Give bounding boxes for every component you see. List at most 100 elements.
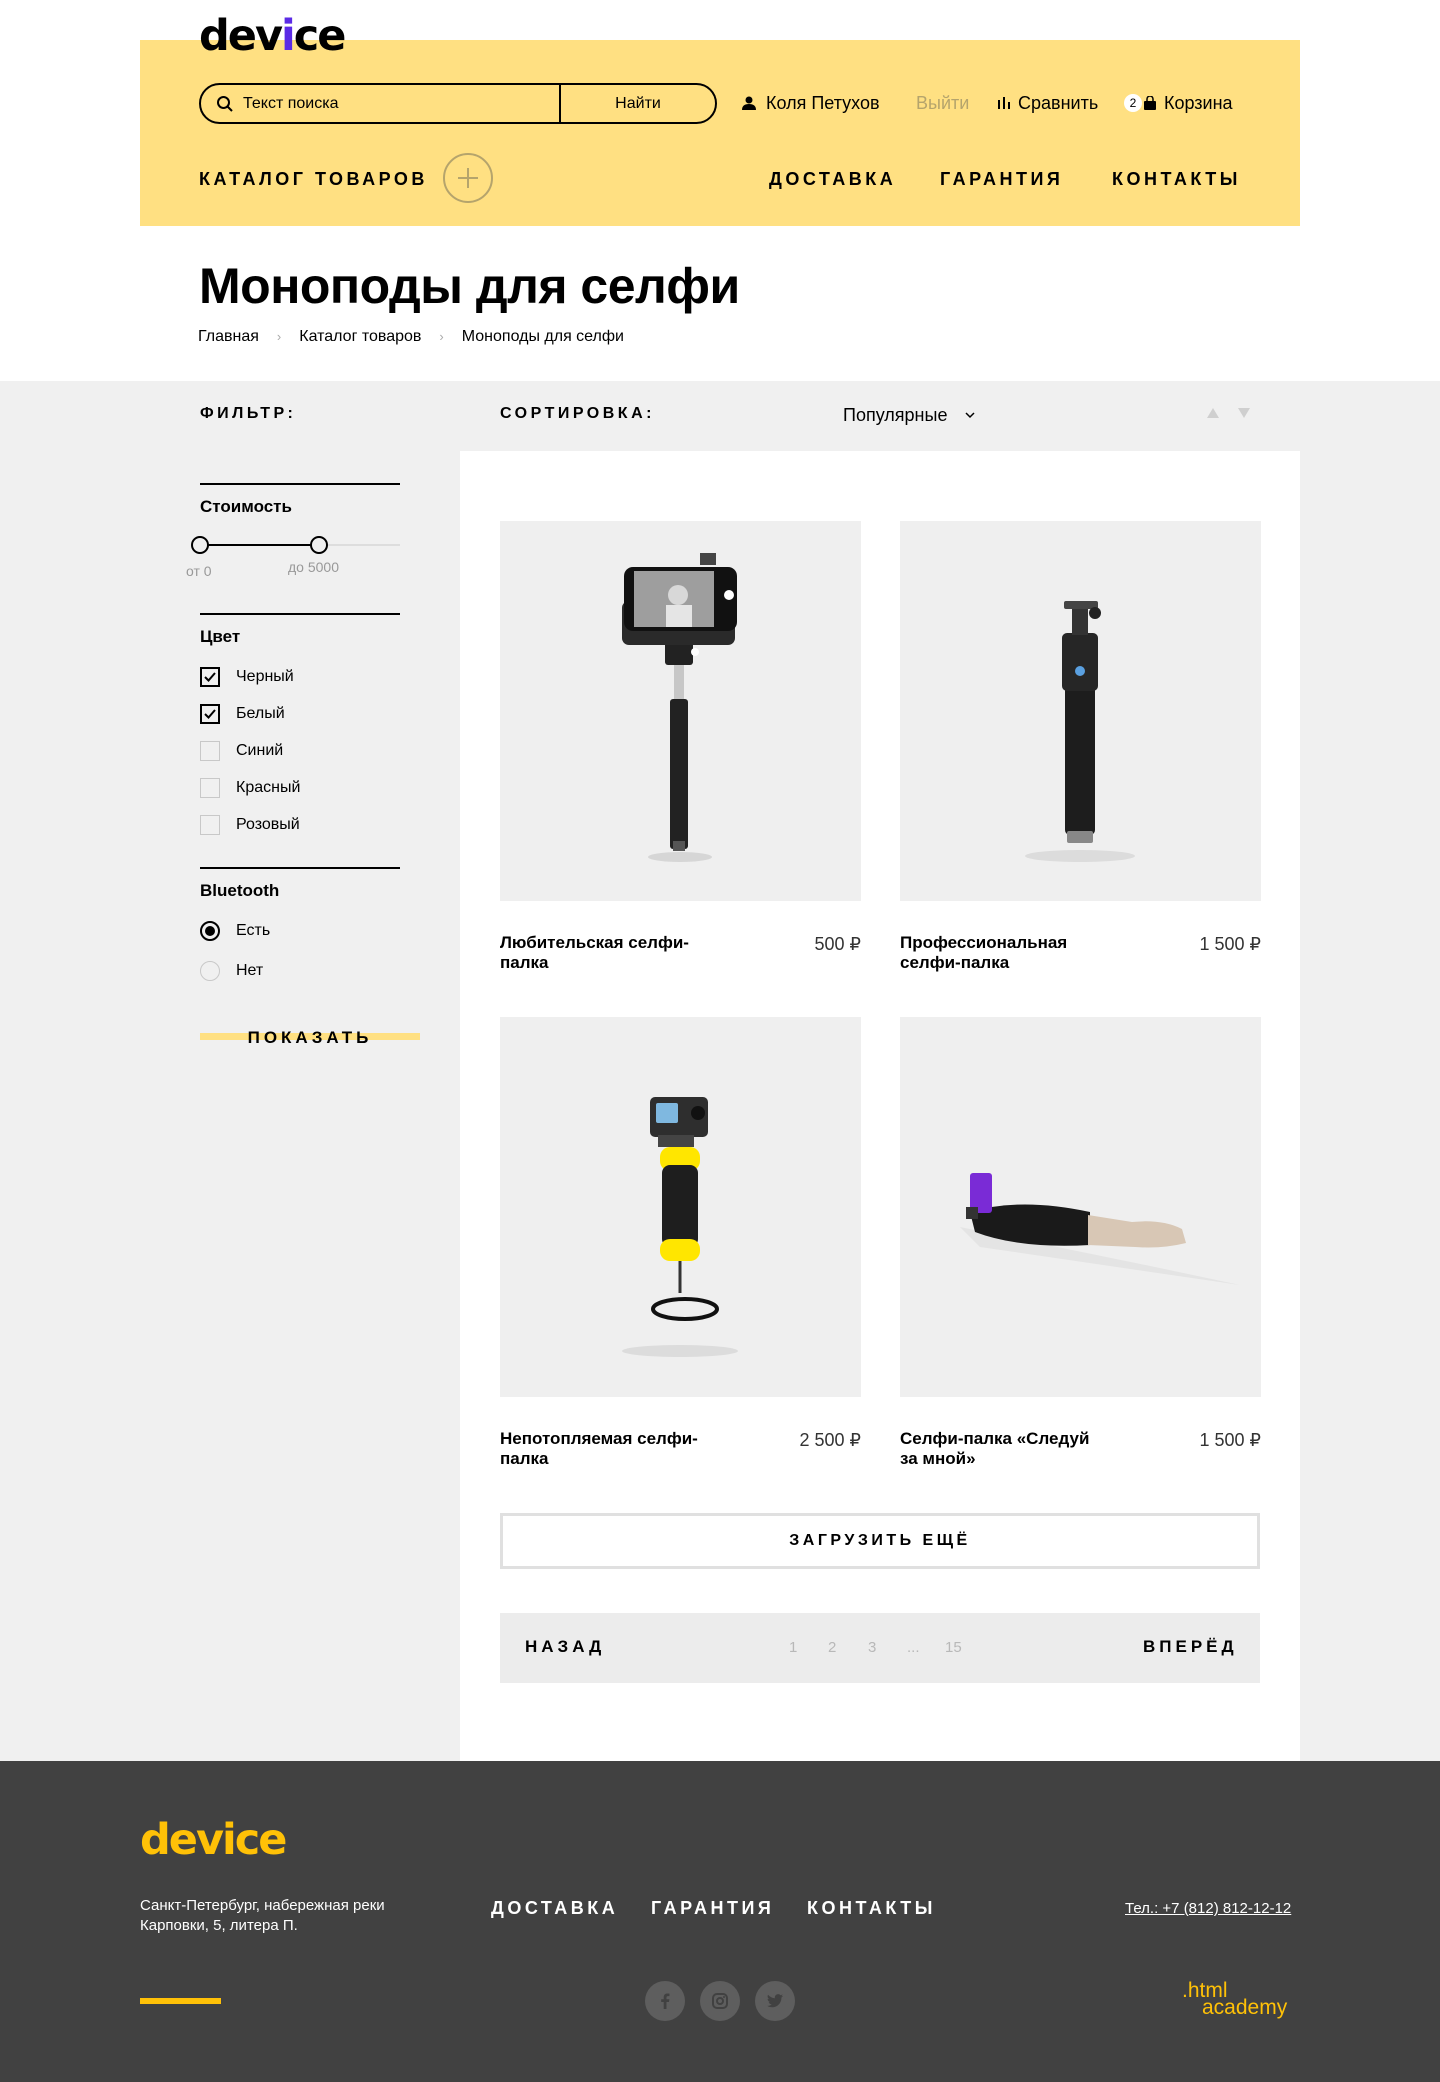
- plus-icon: [458, 168, 478, 188]
- filter-divider: [200, 483, 400, 485]
- footer-logo[interactable]: device: [140, 1816, 287, 1864]
- color-option-blue[interactable]: Синий: [200, 741, 283, 761]
- color-option-label: Розовый: [236, 816, 300, 833]
- cart-link[interactable]: 2 Корзина: [1124, 91, 1233, 115]
- color-option-label: Синий: [236, 742, 284, 759]
- user-profile-link[interactable]: Коля Петухов: [742, 91, 880, 115]
- pagination-page-3[interactable]: 3: [868, 1639, 876, 1656]
- color-option-label: Красный: [236, 779, 301, 796]
- logout-link[interactable]: Выйти: [916, 91, 969, 115]
- product-image-selfie-stick-pro[interactable]: [900, 521, 1261, 901]
- catalog-expand-button[interactable]: [443, 153, 493, 203]
- color-option-black[interactable]: Черный: [200, 667, 294, 687]
- nav-warranty[interactable]: ГАРАНТИЯ: [940, 167, 1063, 191]
- sort-ascending-icon[interactable]: [1207, 408, 1219, 418]
- cart-label: Корзина: [1164, 93, 1233, 113]
- footer-nav-contacts[interactable]: КОНТАКТЫ: [807, 1898, 936, 1919]
- checkbox-unchecked-icon[interactable]: [200, 778, 220, 798]
- product-name[interactable]: Любительская селфи-палка: [500, 933, 700, 973]
- user-icon: [742, 96, 756, 110]
- breadcrumb-catalog[interactable]: Каталог товаров: [299, 326, 421, 348]
- compare-icon: [998, 97, 1010, 109]
- search-input[interactable]: [243, 85, 559, 122]
- site-logo[interactable]: device: [199, 12, 346, 60]
- product-price: 1 500 ₽: [1199, 1430, 1262, 1450]
- product-name[interactable]: Непотопляемая селфи-палка: [500, 1429, 700, 1469]
- user-name: Коля Петухов: [766, 92, 880, 113]
- checkbox-checked-icon[interactable]: [200, 667, 220, 687]
- color-option-label: Белый: [236, 705, 285, 722]
- sort-selected-value: Популярные: [843, 405, 948, 425]
- search-button[interactable]: Найти: [559, 85, 715, 122]
- facebook-icon[interactable]: [645, 1981, 685, 2021]
- pagination-ellipsis: ...: [907, 1639, 920, 1656]
- color-option-label: Черный: [236, 668, 294, 685]
- load-more-button[interactable]: ЗАГРУЗИТЬ ЕЩЁ: [500, 1513, 1260, 1569]
- price-max-handle[interactable]: [310, 536, 328, 554]
- pagination-page-1[interactable]: 1: [789, 1639, 797, 1656]
- footer-nav-delivery[interactable]: ДОСТАВКА: [491, 1898, 618, 1919]
- catalog-link[interactable]: КАТАЛОГ ТОВАРОВ: [199, 167, 428, 191]
- sort-descending-icon[interactable]: [1238, 408, 1250, 418]
- product-image-selfie-stick-phone[interactable]: [500, 521, 861, 901]
- sort-title: СОРТИРОВКА:: [500, 405, 655, 422]
- bluetooth-filter-heading: Bluetooth: [200, 881, 280, 900]
- pagination-next-button[interactable]: ВПЕРЁД: [1143, 1637, 1238, 1657]
- chevron-down-icon: [965, 411, 975, 418]
- product-name[interactable]: Селфи-палка «Следуй за мной»: [900, 1429, 1100, 1469]
- footer-address: Санкт-Петербург, набережная реки Карповк…: [140, 1897, 385, 1934]
- color-filter-heading: Цвет: [200, 627, 241, 646]
- product-price: 1 500 ₽: [1199, 934, 1262, 954]
- chevron-right-icon: ›: [439, 329, 444, 344]
- search-form: Найти: [199, 83, 717, 124]
- radio-selected-icon[interactable]: [200, 921, 220, 941]
- twitter-icon[interactable]: [755, 1981, 795, 2021]
- product-image-mannequin-arm-stick[interactable]: [900, 1017, 1261, 1397]
- pagination-page-last[interactable]: 15: [945, 1639, 962, 1656]
- price-min-handle[interactable]: [191, 536, 209, 554]
- cart-icon: [1144, 96, 1156, 110]
- breadcrumb-current: Моноподы для селфи: [461, 328, 624, 345]
- product-price: 500 ₽: [814, 934, 862, 954]
- product-price: 2 500 ₽: [799, 1430, 862, 1450]
- compare-link[interactable]: Сравнить: [998, 91, 1098, 115]
- bluetooth-option-yes[interactable]: Есть: [200, 921, 270, 941]
- checkbox-unchecked-icon[interactable]: [200, 815, 220, 835]
- header-background: [140, 40, 1300, 226]
- filter-divider: [200, 613, 400, 615]
- color-option-red[interactable]: Красный: [200, 778, 300, 798]
- footer-phone-link[interactable]: Тел.: +7 (812) 812-12-12: [1125, 1900, 1291, 1917]
- nav-delivery[interactable]: ДОСТАВКА: [769, 167, 896, 191]
- nav-contacts[interactable]: КОНТАКТЫ: [1112, 167, 1241, 191]
- pagination-page-2[interactable]: 2: [828, 1639, 836, 1656]
- price-filter-heading: Стоимость: [200, 497, 292, 516]
- pagination-prev-button[interactable]: НАЗАД: [525, 1637, 605, 1657]
- breadcrumb: Главная › Каталог товаров › Моноподы для…: [198, 326, 624, 348]
- chevron-right-icon: ›: [276, 329, 282, 344]
- product-name[interactable]: Профессиональная селфи-палка: [900, 933, 1100, 973]
- cart-count-badge: 2: [1124, 94, 1142, 112]
- show-results-button[interactable]: ПОКАЗАТЬ: [200, 1027, 420, 1049]
- bluetooth-option-no[interactable]: Нет: [200, 961, 263, 981]
- instagram-icon[interactable]: [700, 1981, 740, 2021]
- html-academy-logo[interactable]: .html academy: [1182, 1980, 1287, 2018]
- filter-divider: [200, 867, 400, 869]
- sort-select[interactable]: Популярные: [843, 403, 975, 427]
- bluetooth-option-label: Нет: [236, 962, 264, 979]
- price-max-label: до 5000: [288, 559, 339, 575]
- color-option-pink[interactable]: Розовый: [200, 815, 300, 835]
- footer-nav-warranty[interactable]: ГАРАНТИЯ: [651, 1898, 774, 1919]
- color-option-white[interactable]: Белый: [200, 704, 285, 724]
- compare-label: Сравнить: [1018, 93, 1099, 113]
- checkbox-unchecked-icon[interactable]: [200, 741, 220, 761]
- filter-title: ФИЛЬТР:: [200, 405, 297, 422]
- page-title: Моноподы для селфи: [199, 258, 740, 314]
- footer-accent-line: [140, 1998, 221, 2004]
- bluetooth-option-label: Есть: [236, 922, 271, 939]
- breadcrumb-home[interactable]: Главная: [198, 326, 259, 348]
- search-icon: [217, 95, 233, 112]
- checkbox-checked-icon[interactable]: [200, 704, 220, 724]
- price-slider-range: [200, 544, 319, 546]
- product-image-floating-grip-camera[interactable]: [500, 1017, 861, 1397]
- radio-unselected-icon[interactable]: [200, 961, 220, 981]
